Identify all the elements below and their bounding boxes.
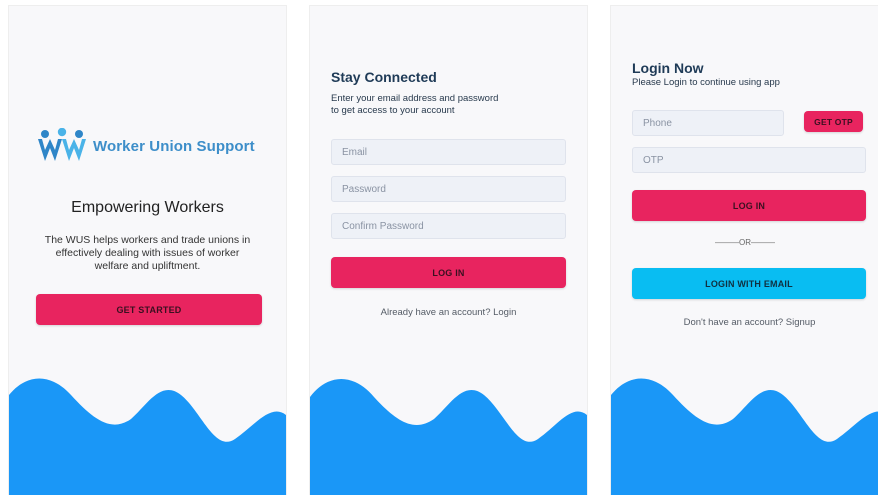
confirm-password-input[interactable]	[342, 220, 565, 232]
email-input[interactable]	[342, 146, 565, 158]
or-divider: ———OR———	[715, 238, 775, 247]
wave-decoration	[611, 378, 878, 495]
email-field[interactable]	[331, 139, 566, 165]
get-otp-button[interactable]: GET OTP	[804, 111, 863, 132]
wave-decoration	[9, 378, 286, 495]
page-title: Stay Connected	[331, 69, 437, 85]
app-name: Worker Union Support	[93, 137, 255, 155]
otp-field[interactable]	[632, 147, 866, 173]
confirm-password-field[interactable]	[331, 213, 566, 239]
welcome-description: The WUS helps workers and trade unions i…	[44, 234, 251, 272]
welcome-screen: Worker Union Support Empowering Workers …	[9, 6, 286, 495]
app-logo: Worker Union Support	[36, 126, 266, 166]
page-subtitle: Enter your email address and password to…	[331, 93, 498, 117]
people-hands-logo-icon	[38, 128, 86, 161]
page-title: Login Now	[632, 60, 704, 76]
welcome-title: Empowering Workers	[71, 199, 224, 216]
login-with-email-button[interactable]: LOGIN WITH EMAIL	[632, 268, 866, 299]
otp-input[interactable]	[643, 154, 865, 166]
signup-link[interactable]: Don't have an account? Signup	[611, 317, 878, 328]
otp-login-screen: Login Now Please Login to continue using…	[611, 6, 878, 495]
subtitle-line: Enter your email address and password	[331, 93, 499, 104]
register-screen: Stay Connected Enter your email address …	[310, 6, 587, 495]
get-started-button[interactable]: GET STARTED	[36, 294, 262, 325]
page-subtitle: Please Login to continue using app	[632, 77, 780, 88]
subtitle-line: to get access to your account	[331, 105, 455, 116]
password-input[interactable]	[342, 183, 565, 195]
phone-input[interactable]	[643, 117, 783, 129]
login-button[interactable]: LOG IN	[331, 257, 566, 288]
login-button[interactable]: LOG IN	[632, 190, 866, 221]
login-link[interactable]: Already have an account? Login	[310, 307, 587, 318]
password-field[interactable]	[331, 176, 566, 202]
wave-decoration	[310, 379, 587, 495]
phone-field[interactable]	[632, 110, 784, 136]
